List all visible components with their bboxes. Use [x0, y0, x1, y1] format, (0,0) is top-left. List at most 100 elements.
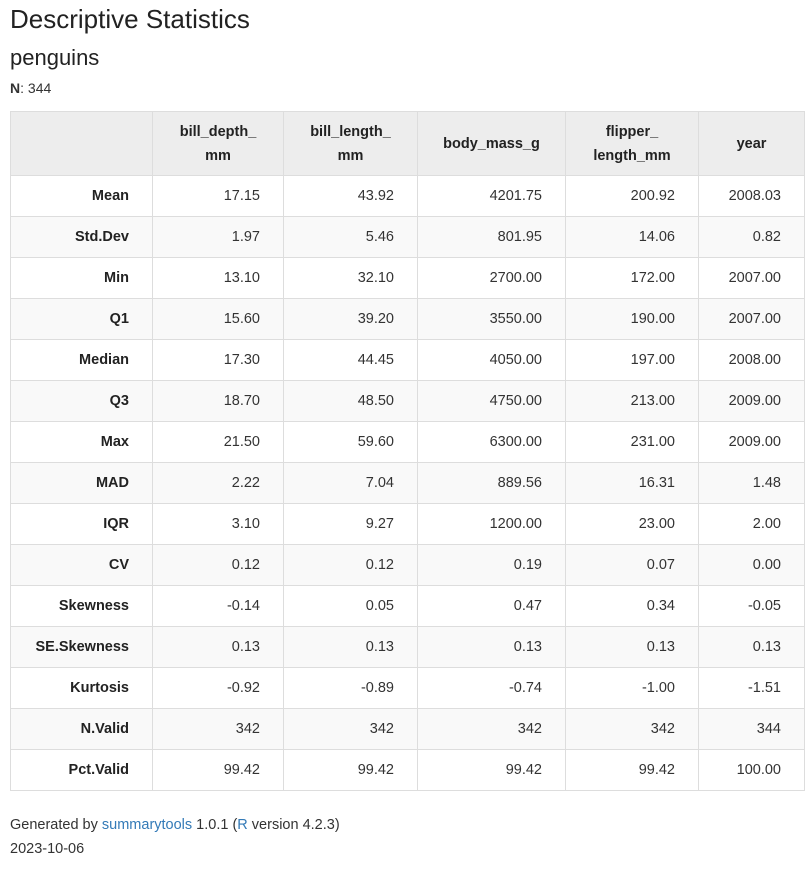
row-label: N.Valid [10, 708, 153, 750]
table-row: Std.Dev 1.97 5.46 801.95 14.06 0.82 [10, 216, 805, 258]
table-cell: 0.47 [417, 585, 566, 627]
table-cell: 0.07 [565, 544, 699, 586]
row-label: Mean [10, 175, 153, 217]
table-row: Kurtosis -0.92 -0.89 -0.74 -1.00 -1.51 [10, 667, 805, 709]
table-cell: 2.00 [698, 503, 805, 545]
table-cell: 231.00 [565, 421, 699, 463]
table-cell: 7.04 [283, 462, 418, 504]
row-label: MAD [10, 462, 153, 504]
table-cell: 200.92 [565, 175, 699, 217]
table-cell: 17.15 [152, 175, 284, 217]
table-cell: 0.82 [698, 216, 805, 258]
table-cell: 2009.00 [698, 421, 805, 463]
table-cell: 342 [152, 708, 284, 750]
r-version-text: version 4.2.3) [247, 817, 340, 833]
table-cell: 99.42 [152, 749, 284, 791]
table-cell: 43.92 [283, 175, 418, 217]
row-label: Kurtosis [10, 667, 153, 709]
table-cell: 0.12 [283, 544, 418, 586]
table-cell: -0.89 [283, 667, 418, 709]
row-label: Min [10, 257, 153, 299]
table-cell: 342 [283, 708, 418, 750]
table-cell: 0.19 [417, 544, 566, 586]
column-header: body_mass_g [417, 111, 566, 176]
stats-table: bill_depth_ mm bill_length_ mm body_mass_g… [10, 111, 805, 791]
table-cell: 15.60 [152, 298, 284, 340]
table-cell: 342 [565, 708, 699, 750]
table-cell: 48.50 [283, 380, 418, 422]
n-line: N: 344 [10, 79, 810, 97]
summarytools-link[interactable]: summarytools [102, 817, 192, 833]
table-cell: 2009.00 [698, 380, 805, 422]
table-cell: -0.74 [417, 667, 566, 709]
table-cell: 21.50 [152, 421, 284, 463]
table-cell: -0.05 [698, 585, 805, 627]
n-label: N [10, 80, 21, 96]
row-label: Max [10, 421, 153, 463]
table-cell: 4201.75 [417, 175, 566, 217]
row-label: SE.Skewness [10, 626, 153, 668]
page: Descriptive Statistics penguins N: 344 b… [0, 0, 810, 861]
table-cell: 0.13 [565, 626, 699, 668]
table-row: MAD 2.22 7.04 889.56 16.31 1.48 [10, 462, 805, 504]
tool-version-text: 1.0.1 ( [192, 817, 238, 833]
r-link[interactable]: R [237, 817, 247, 833]
header-row: bill_depth_ mm bill_length_ mm body_mass_g… [10, 111, 805, 176]
table-row: Q1 15.60 39.20 3550.00 190.00 2007.00 [10, 298, 805, 340]
table-cell: -1.00 [565, 667, 699, 709]
row-label: Skewness [10, 585, 153, 627]
table-cell: 2008.03 [698, 175, 805, 217]
table-cell: 99.42 [283, 749, 418, 791]
table-cell: 172.00 [565, 257, 699, 299]
table-cell: 44.45 [283, 339, 418, 381]
table-cell: 0.12 [152, 544, 284, 586]
table-row: SE.Skewness 0.13 0.13 0.13 0.13 0.13 [10, 626, 805, 668]
table-cell: 100.00 [698, 749, 805, 791]
table-cell: 1200.00 [417, 503, 566, 545]
table-cell: 0.05 [283, 585, 418, 627]
table-row: Pct.Valid 99.42 99.42 99.42 99.42 100.00 [10, 749, 805, 791]
table-cell: 197.00 [565, 339, 699, 381]
table-cell: 2007.00 [698, 298, 805, 340]
table-cell: 342 [417, 708, 566, 750]
table-cell: 39.20 [283, 298, 418, 340]
table-row: Skewness -0.14 0.05 0.47 0.34 -0.05 [10, 585, 805, 627]
table-cell: 2700.00 [417, 257, 566, 299]
table-cell: 99.42 [565, 749, 699, 791]
table-cell: 190.00 [565, 298, 699, 340]
table-cell: 1.97 [152, 216, 284, 258]
table-cell: 9.27 [283, 503, 418, 545]
table-cell: 2007.00 [698, 257, 805, 299]
table-row: Median 17.30 44.45 4050.00 197.00 2008.00 [10, 339, 805, 381]
table-cell: 4050.00 [417, 339, 566, 381]
table-cell: 23.00 [565, 503, 699, 545]
table-row: Max 21.50 59.60 6300.00 231.00 2009.00 [10, 421, 805, 463]
table-cell: -1.51 [698, 667, 805, 709]
table-cell: 5.46 [283, 216, 418, 258]
table-cell: 99.42 [417, 749, 566, 791]
table-row: Mean 17.15 43.92 4201.75 200.92 2008.03 [10, 175, 805, 217]
row-label: CV [10, 544, 153, 586]
n-value: : 344 [20, 80, 52, 96]
column-header: year [698, 111, 805, 176]
table-cell: 13.10 [152, 257, 284, 299]
table-row: CV 0.12 0.12 0.19 0.07 0.00 [10, 544, 805, 586]
generated-date: 2023-10-06 [10, 841, 85, 857]
row-label: Q1 [10, 298, 153, 340]
table-cell: 4750.00 [417, 380, 566, 422]
table-cell: 213.00 [565, 380, 699, 422]
page-title: Descriptive Statistics [10, 4, 250, 34]
table-cell: 2008.00 [698, 339, 805, 381]
footer: Generated by summarytools 1.0.1 (R versi… [10, 813, 810, 861]
table-row: N.Valid 342 342 342 342 344 [10, 708, 805, 750]
row-label: Pct.Valid [10, 749, 153, 791]
table-cell: 32.10 [283, 257, 418, 299]
column-header: bill_length_ mm [283, 111, 418, 176]
table-cell: 0.13 [417, 626, 566, 668]
row-label: Q3 [10, 380, 153, 422]
table-row: IQR 3.10 9.27 1200.00 23.00 2.00 [10, 503, 805, 545]
table-cell: 801.95 [417, 216, 566, 258]
table-cell: 0.13 [283, 626, 418, 668]
table-cell: 1.48 [698, 462, 805, 504]
table-cell: 14.06 [565, 216, 699, 258]
